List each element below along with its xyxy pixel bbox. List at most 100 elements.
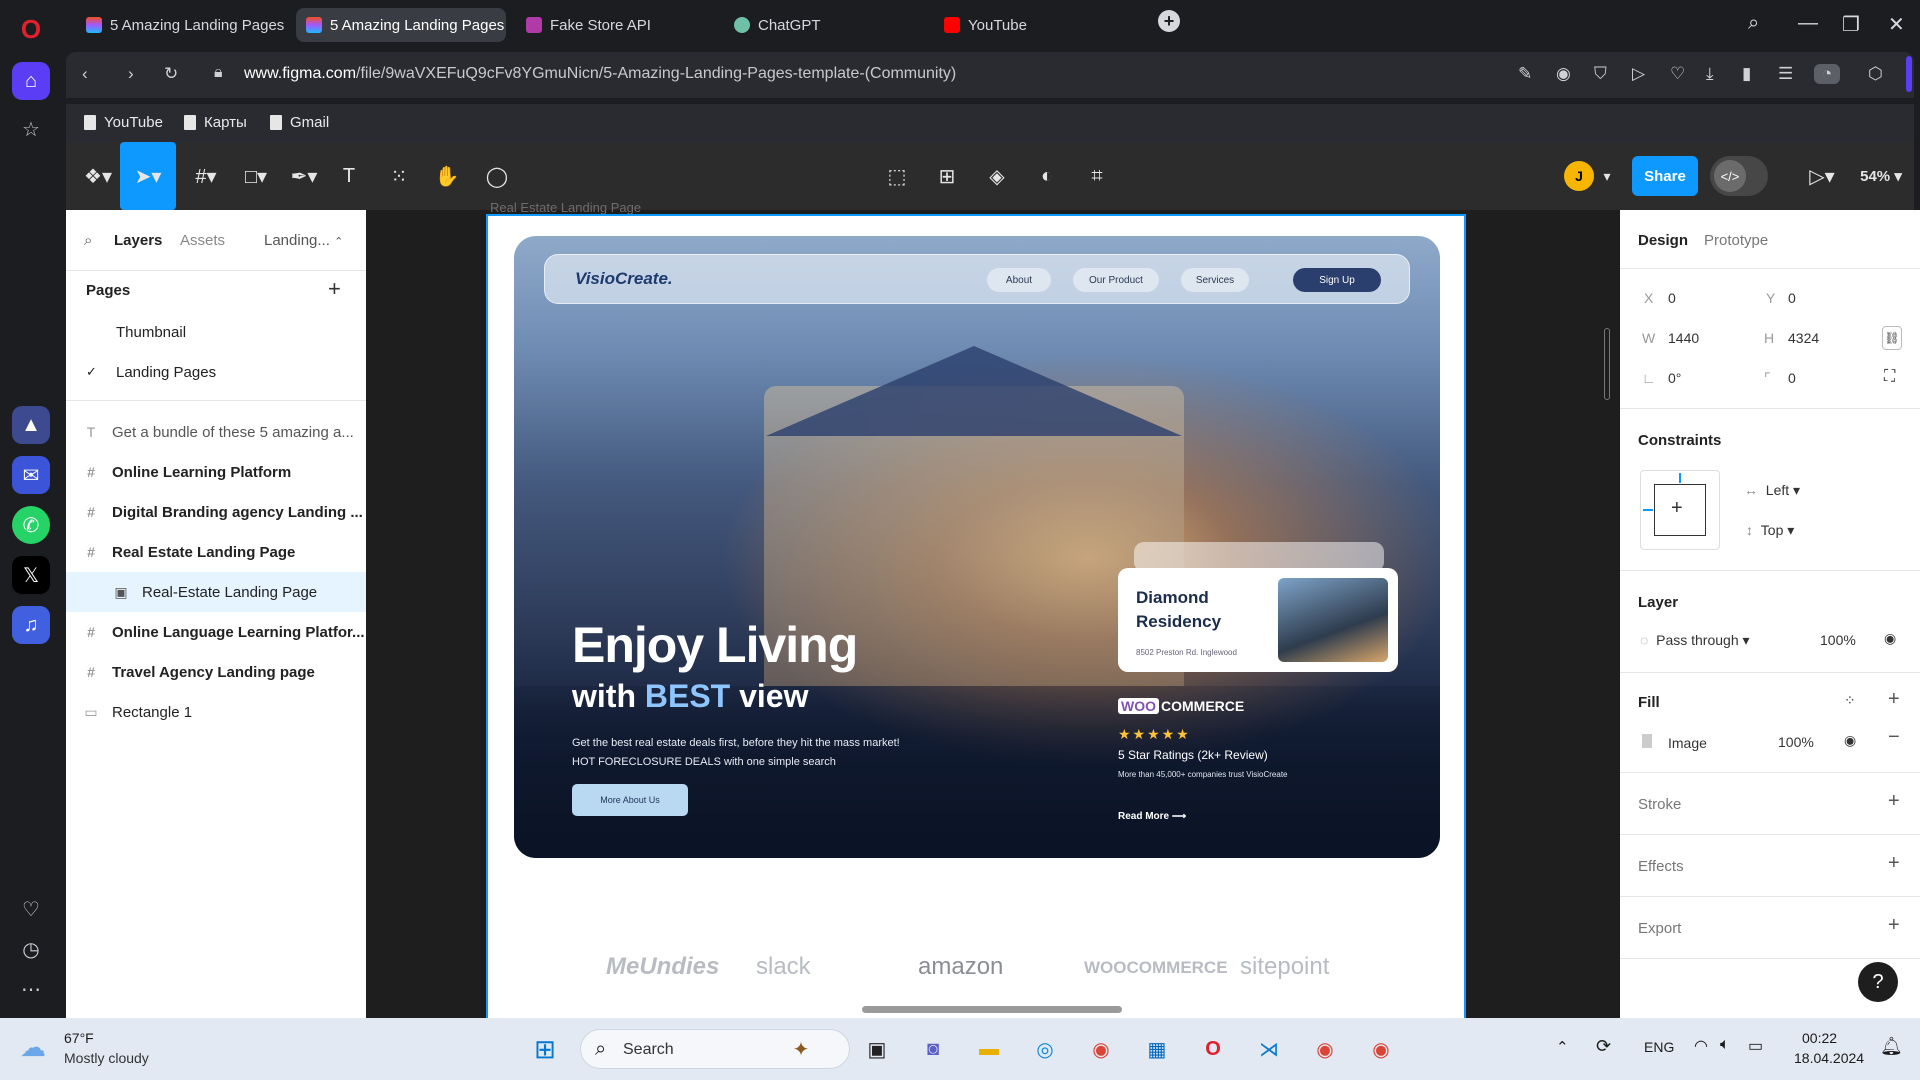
sync-icon[interactable]: ⟳ (1596, 1036, 1611, 1057)
layer-row[interactable]: T Get a bundle of these 5 amazing a... (66, 412, 366, 452)
move-tool-icon[interactable]: ➤▾ (120, 142, 176, 210)
messenger-icon[interactable]: ✉ (12, 456, 50, 494)
contrast-icon[interactable]: ◐ (1032, 160, 1062, 192)
edit-icon[interactable]: ✎ (1518, 64, 1532, 84)
bookmark-gmail[interactable]: Gmail (270, 114, 329, 131)
heart-icon[interactable]: ♡ (12, 890, 50, 928)
grid-icon[interactable]: ⊞ (932, 160, 962, 192)
shape-tool-icon[interactable]: □▾ (234, 160, 278, 192)
comment-tool-icon[interactable]: ◯ (482, 160, 512, 192)
y-field[interactable]: 0 (1788, 290, 1796, 306)
notification-icon[interactable]: 🔔︎ (1880, 1036, 1903, 1057)
battery-icon[interactable]: ▮ (1742, 64, 1751, 84)
menu-icon[interactable]: ☰ (1778, 64, 1793, 84)
layer-row[interactable]: # Travel Agency Landing page (66, 652, 366, 692)
weather-icon[interactable]: ☁ (20, 1032, 46, 1063)
back-icon[interactable]: ‹ (82, 64, 88, 84)
present-icon[interactable]: ▷▾ (1802, 160, 1842, 192)
expand-corners-icon[interactable]: ⛶ (1884, 368, 1895, 386)
rotation-field[interactable]: 0° (1668, 370, 1681, 386)
layer-row[interactable]: # Online Language Learning Platfor... (66, 612, 366, 652)
clock-date[interactable]: 18.04.2024 (1794, 1050, 1864, 1066)
edge-icon[interactable]: ◎ (1028, 1032, 1062, 1066)
star-icon[interactable]: ☆ (12, 110, 50, 148)
property-card[interactable]: Diamond Residency 8502 Preston Rd. Ingle… (1118, 568, 1398, 672)
battery-icon[interactable]: ▭ (1748, 1036, 1763, 1056)
close-window-button[interactable]: ✕ (1888, 12, 1905, 37)
chrome-profile-icon[interactable]: ◉ (1308, 1032, 1342, 1066)
add-stroke-icon[interactable]: + (1888, 790, 1900, 813)
tab-chatgpt[interactable]: ChatGPT (724, 8, 924, 42)
fill-row[interactable]: Image (1642, 734, 1707, 751)
resources-icon[interactable]: ⁙ (384, 160, 414, 192)
layer-opacity-field[interactable]: 100% (1820, 632, 1856, 648)
zoom-control[interactable]: 54% ▾ (1856, 160, 1906, 192)
restore-button[interactable]: ❐ (1842, 12, 1860, 37)
hand-tool-icon[interactable]: ✋ (432, 160, 462, 192)
whatsapp-icon[interactable]: ✆ (12, 506, 50, 544)
add-export-icon[interactable]: + (1888, 914, 1900, 937)
visiocreate-logo[interactable]: VisioCreate. (575, 269, 673, 289)
layer-row[interactable]: # Real Estate Landing Page (66, 532, 366, 572)
music-icon[interactable]: ♫ (12, 606, 50, 644)
page-switcher[interactable]: Landing... ⌃ (264, 232, 343, 249)
chevron-down-icon[interactable]: ▾ (1598, 160, 1616, 192)
dev-mode-toggle[interactable]: </> (1710, 156, 1768, 196)
chrome-icon-2[interactable]: ◉ (1364, 1032, 1398, 1066)
tab-design[interactable]: Design (1638, 232, 1688, 249)
crop-icon[interactable]: ⌗ (1082, 160, 1112, 192)
remove-fill-icon[interactable]: − (1888, 726, 1900, 749)
minimize-button[interactable]: — (1798, 12, 1818, 35)
hero-image[interactable]: VisioCreate. About Our Product Services … (514, 236, 1440, 858)
image-swatch[interactable] (1642, 734, 1652, 748)
layer-row[interactable]: # Online Learning Platform (66, 452, 366, 492)
tab-layers[interactable]: Layers (114, 232, 162, 249)
tab-figma-2[interactable]: 5 Amazing Landing Pages (296, 8, 506, 42)
nav-about[interactable]: About (987, 268, 1051, 292)
search-icon[interactable]: ⌕ (84, 232, 92, 249)
tab-figma-1[interactable]: 5 Amazing Landing Pages (76, 8, 298, 42)
file-explorer-icon[interactable]: ▬ (972, 1032, 1006, 1066)
h-field[interactable]: 4324 (1788, 330, 1819, 346)
history-icon[interactable]: ◷ (12, 930, 50, 968)
send-icon[interactable]: ▷ (1632, 64, 1645, 84)
read-more-link[interactable]: Read More ⟶ (1118, 811, 1186, 822)
constraint-horizontal[interactable]: ↔ Left ▾ (1744, 482, 1800, 499)
constraint-top-marker[interactable] (1679, 473, 1681, 483)
radius-field[interactable]: 0 (1788, 370, 1796, 386)
add-effect-icon[interactable]: + (1888, 852, 1900, 875)
task-view-icon[interactable]: ▣ (860, 1032, 894, 1066)
eye-icon[interactable]: ◉ (1884, 630, 1896, 647)
search-tabs-icon[interactable]: ⌕ (1748, 12, 1759, 35)
fill-opacity-field[interactable]: 100% (1778, 734, 1814, 750)
new-tab-button[interactable]: + (1158, 10, 1180, 32)
clock-time[interactable]: 00:22 (1802, 1030, 1837, 1046)
constraints-widget[interactable]: + (1640, 470, 1720, 550)
layer-row[interactable]: # Digital Branding agency Landing ... (66, 492, 366, 532)
constraint-left-marker[interactable] (1643, 509, 1653, 511)
x-icon[interactable]: 𝕏 (12, 556, 50, 594)
avatar[interactable]: J (1564, 161, 1594, 191)
language-indicator[interactable]: ENG (1644, 1039, 1674, 1055)
weather-temp[interactable]: 67°F (64, 1030, 94, 1046)
tab-youtube[interactable]: YouTube (934, 8, 1134, 42)
profile-icon[interactable]: ◔ (1814, 64, 1840, 84)
page-item-thumbnail[interactable]: Thumbnail (66, 312, 366, 352)
x-field[interactable]: 0 (1668, 290, 1676, 306)
sidebar-handle[interactable] (1906, 56, 1912, 92)
opera-logo-icon[interactable]: O (12, 10, 50, 48)
store-icon[interactable]: ▦ (1140, 1032, 1174, 1066)
more-icon[interactable]: ⋯ (12, 970, 50, 1008)
layer-row-selected[interactable]: ▣ Real-Estate Landing Page (66, 572, 366, 612)
nav-our-product[interactable]: Our Product (1073, 268, 1159, 292)
constraint-vertical[interactable]: ↕ Top ▾ (1746, 522, 1794, 539)
tab-fake-store[interactable]: Fake Store API (516, 8, 716, 42)
tab-assets[interactable]: Assets (180, 232, 225, 249)
bookmark-maps[interactable]: Карты (184, 114, 247, 131)
share-button[interactable]: Share (1632, 156, 1698, 196)
shield-icon[interactable]: ⛉ (1594, 64, 1607, 84)
camera-icon[interactable]: ◉ (1556, 64, 1571, 84)
page-item-landing-pages[interactable]: ✓ Landing Pages (66, 352, 366, 392)
reload-icon[interactable]: ↻ (164, 64, 178, 84)
frame-tool-icon[interactable]: #▾ (184, 160, 228, 192)
